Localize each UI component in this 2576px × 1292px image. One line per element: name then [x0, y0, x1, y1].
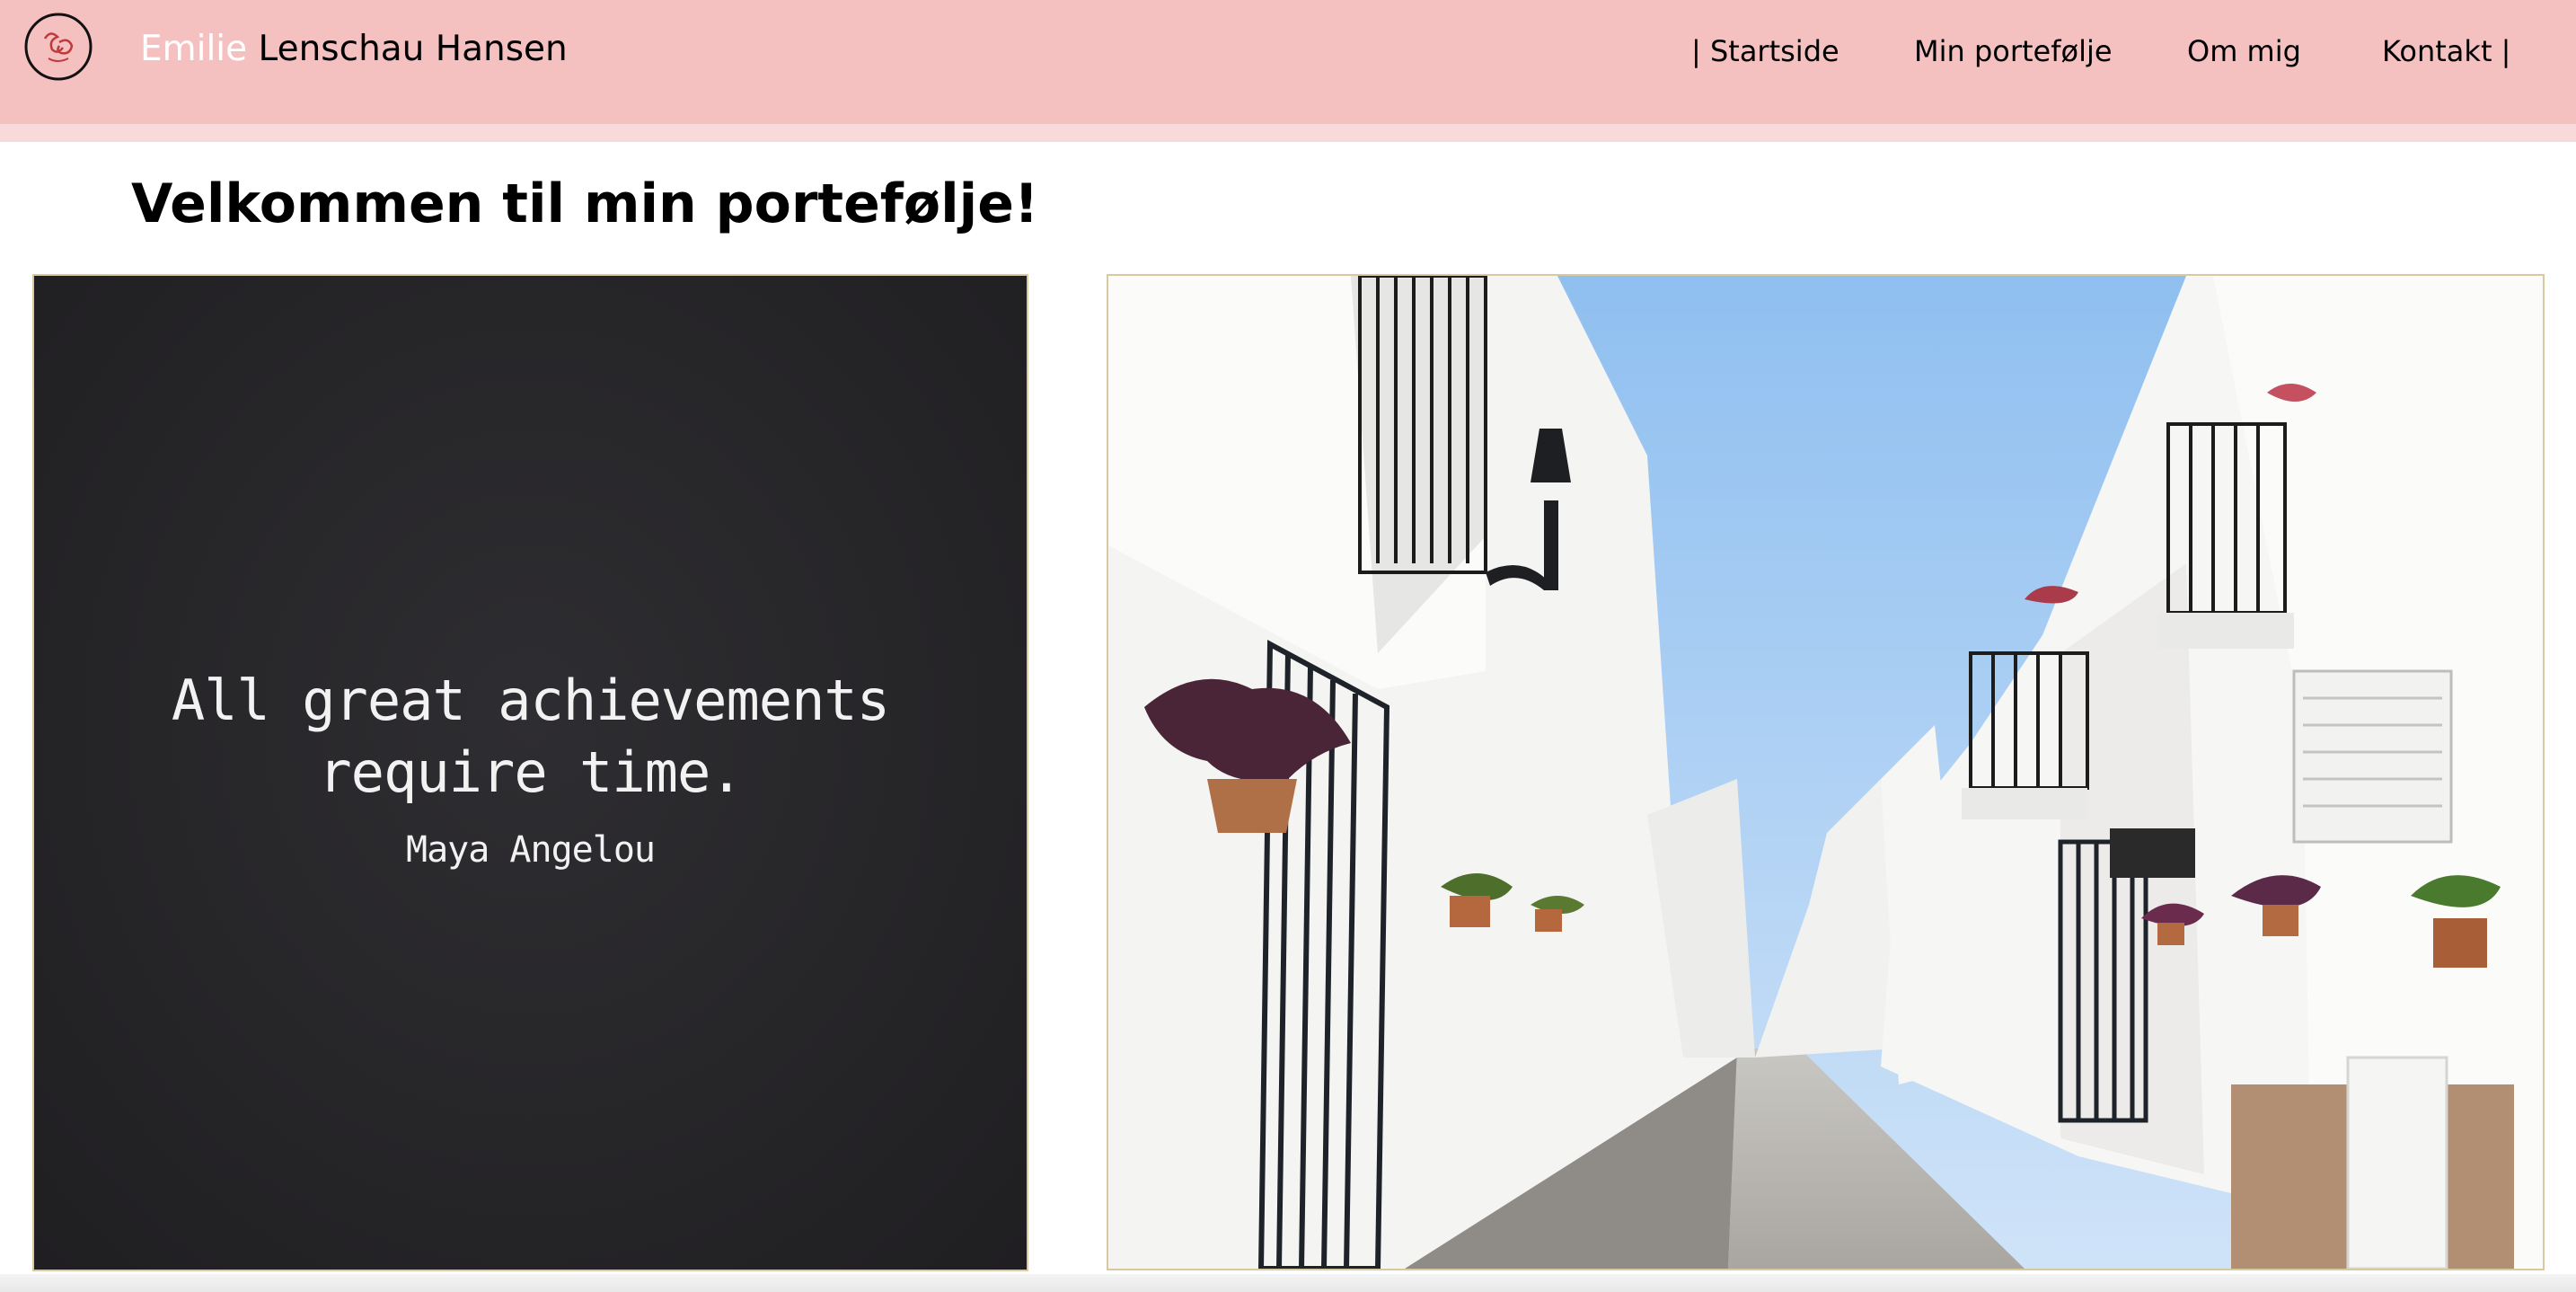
page-bottom-shade — [0, 1274, 2576, 1292]
quote-text: All great achievements require time. — [34, 665, 1027, 809]
nav-om-mig[interactable]: Om mig — [2187, 34, 2301, 79]
page-title: Velkommen til min portefølje! — [131, 173, 1039, 235]
quote-image: All great achievements require time. May… — [32, 274, 1028, 1271]
header-divider — [0, 124, 2576, 142]
site-header: Emilie Lenschau Hansen | Startside Min p… — [0, 0, 2576, 124]
brand-last-name: Lenschau Hansen — [258, 29, 568, 69]
nav-kontakt[interactable]: Kontakt | — [2382, 34, 2510, 79]
logo-icon[interactable] — [23, 12, 93, 82]
quote-line-2: require time. — [318, 739, 743, 805]
street-photo — [1107, 274, 2545, 1270]
nav-min-portefolje[interactable]: Min portefølje — [1914, 34, 2113, 79]
quote-line-1: All great achievements — [171, 668, 890, 733]
quote-author: Maya Angelou — [406, 829, 656, 871]
brand-name[interactable]: Emilie Lenschau Hansen — [140, 29, 568, 69]
brand-first-name: Emilie — [140, 29, 248, 69]
nav-startside[interactable]: | Startside — [1691, 34, 1839, 79]
white-village-street-illustration — [1108, 276, 2543, 1269]
